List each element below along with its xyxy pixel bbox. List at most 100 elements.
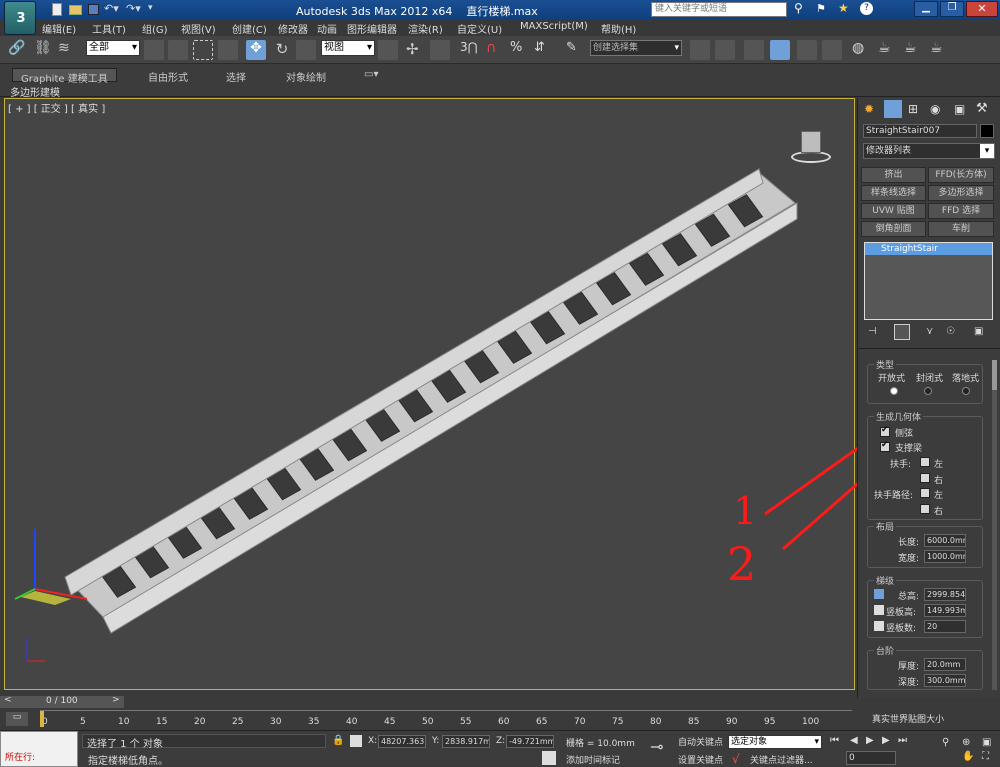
x-field[interactable]: 48207.363 [378,735,426,748]
graphite-toggle-icon[interactable] [770,40,790,60]
ribbon-options-icon[interactable]: ▭▾ [356,68,386,82]
extrude-button[interactable]: 挤出 [861,167,926,183]
menu-tools[interactable]: 工具(T) [92,21,126,36]
rotate-icon[interactable]: ↻ [272,40,292,60]
maxscript-listener[interactable]: 所在行: [0,731,78,767]
time-tag-icon[interactable] [542,751,556,765]
make-unique-icon[interactable]: ⋎ [926,326,933,337]
handrail-left-checkbox[interactable] [920,457,930,467]
play-icon[interactable]: ▶ [866,735,874,746]
rendered-frame-icon[interactable]: ☕ [904,40,924,60]
lathe-button[interactable]: 车削 [928,221,994,237]
new-file-icon[interactable] [52,3,62,16]
key-filter-button[interactable]: 关键点过滤器... [750,753,813,766]
side-string-checkbox[interactable]: ✔ [880,425,890,437]
communication-icon[interactable]: ⚑ [816,2,830,16]
align-icon[interactable] [715,40,735,60]
handrail-right-checkbox[interactable] [920,473,930,483]
menu-animation[interactable]: 动画 [317,21,337,36]
help-icon[interactable]: ? [860,2,873,15]
open-file-icon[interactable] [69,5,82,15]
percent-snap-icon[interactable]: % [510,40,530,60]
menu-graph-editors[interactable]: 图形编辑器 [347,21,397,36]
link-icon[interactable]: 🔗 [8,40,28,60]
viewcube-icon[interactable] [787,129,833,165]
material-editor-icon[interactable]: ◍ [852,40,872,60]
box-radio[interactable] [962,387,970,395]
render-setup-icon[interactable]: ☕ [878,40,898,60]
ffd-select-button[interactable]: FFD 选择 [928,203,994,219]
absolute-mode-icon[interactable] [350,735,362,747]
minimize-button[interactable]: ▁ [914,1,938,17]
maximize-button[interactable]: ❐ [940,1,964,17]
next-frame-icon[interactable]: ▶ [882,735,890,746]
menu-create[interactable]: 创建(C) [232,21,267,36]
move-icon[interactable]: ✥ [246,40,266,60]
length-spinner[interactable]: 6000.0mm [924,534,966,547]
layer-manager-icon[interactable] [744,40,764,60]
uvw-map-button[interactable]: UVW 贴图 [861,203,926,219]
pivot-center-icon[interactable] [378,40,398,60]
named-selection-dropdown[interactable]: 创建选择集 ▾ [590,40,682,56]
search-input[interactable]: 键入关键字或短语 [651,2,787,17]
bevel-profile-button[interactable]: 倒角剖面 [861,221,926,237]
set-key-button[interactable]: 设置关键点 [678,753,723,766]
overall-lock-icon[interactable] [874,589,884,599]
scale-icon[interactable] [296,40,316,60]
closed-radio[interactable] [924,387,932,395]
prev-frame-icon[interactable]: ◀ [850,735,858,746]
track-bar[interactable]: 0 5 10 15 20 25 30 35 40 45 50 55 60 65 70 75 80 85 90 95 10… [40,710,852,730]
path-right-checkbox[interactable] [920,504,930,514]
app-logo-icon[interactable]: 3 [4,1,36,35]
undo-icon[interactable]: ↶▾ [104,2,119,15]
add-time-tag-text[interactable]: 添加时间标记 [566,753,620,766]
time-slider-handle[interactable]: < 0 / 100 > [0,695,124,708]
y-field[interactable]: 2838.917m [442,735,490,748]
perspective-viewport[interactable]: [ + ] [ 正交 ] [ 真实 ] 1 2 [4,98,909,690]
subtab-polygon-modeling[interactable]: 多边形建模 [10,84,60,99]
utilities-tab-icon[interactable]: ⚒ [976,101,988,116]
create-tab-icon[interactable]: ✹ [864,102,874,116]
time-slider[interactable]: < 0 / 100 > ▭ 0 5 10 15 20 25 30 35 40 45 50 55 60 65… [0,694,857,730]
stack-item[interactable]: StraightStair [865,243,992,255]
menu-customize[interactable]: 自定义(U) [457,21,502,36]
object-name-field[interactable]: StraightStair007 [863,124,977,138]
go-to-start-icon[interactable]: ⏮ [830,735,839,746]
keyboard-shortcut-icon[interactable] [430,40,450,60]
key-filter-icon[interactable]: √ [732,752,740,766]
tab-graphite-modeling[interactable]: Graphite 建模工具 [12,68,117,85]
current-time-marker[interactable] [40,711,44,727]
zoom-extents-icon[interactable]: ▣ [982,737,991,748]
panel-scrollbar[interactable] [992,360,997,690]
poly-select-button[interactable]: 多边形选择 [928,185,994,201]
hierarchy-tab-icon[interactable]: ⊞ [908,102,918,116]
current-frame-field[interactable]: 0 [846,751,896,765]
mirror-icon[interactable] [690,40,710,60]
zoom-icon[interactable]: ⚲ [942,737,949,748]
menu-edit[interactable]: 编辑(E) [42,21,76,36]
snap-toggle-icon[interactable]: 3⋂ [460,40,480,60]
angle-snap-icon[interactable]: ∩ [486,40,506,60]
select-object-icon[interactable] [144,40,164,60]
open-radio[interactable] [890,387,898,395]
display-tab-icon[interactable]: ▣ [954,102,965,116]
show-end-result-icon[interactable] [894,324,910,340]
menu-modifiers[interactable]: 修改器 [278,21,308,36]
tab-selection[interactable]: 选择 [218,68,254,84]
support-beam-checkbox[interactable]: ✔ [880,440,890,452]
remove-modifier-icon[interactable]: ☉ [946,326,955,337]
path-left-checkbox[interactable] [920,488,930,498]
motion-tab-icon[interactable]: ◉ [930,102,940,116]
depth-spinner[interactable]: 300.0mm [924,674,966,687]
thickness-spinner[interactable]: 20.0mm [924,658,966,671]
key-icon[interactable]: ⊸ [650,737,663,756]
modifier-stack[interactable]: StraightStair [864,242,993,320]
width-spinner[interactable]: 1000.0mm [924,550,966,563]
schematic-view-icon[interactable] [822,40,842,60]
configure-sets-icon[interactable]: ▣ [974,326,983,337]
riser-ht-spinner[interactable]: 149.993m [924,604,966,617]
menu-group[interactable]: 组(G) [142,21,168,36]
spinner-snap-icon[interactable]: ⇵ [534,40,554,60]
spline-select-button[interactable]: 样条线选择 [861,185,926,201]
riser-count-spinner[interactable]: 20 [924,620,966,633]
